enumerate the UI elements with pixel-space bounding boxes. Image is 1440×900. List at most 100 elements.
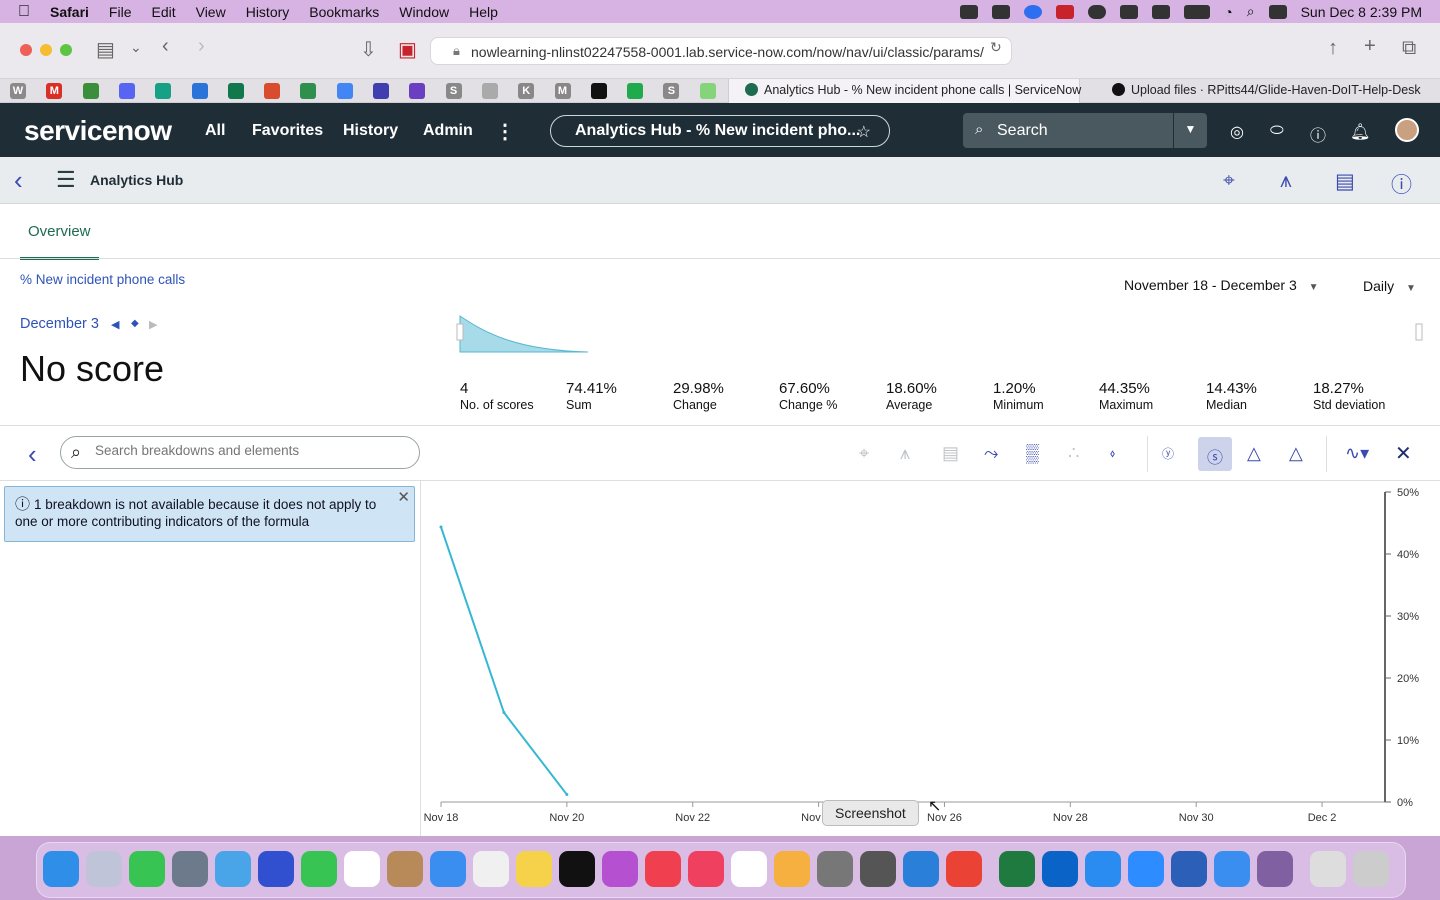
sparkline-right-handle[interactable] (1415, 323, 1423, 341)
back-icon[interactable]: ‹ (14, 165, 23, 196)
apple-icon[interactable]:  (18, 3, 30, 21)
safari-icon[interactable] (1085, 851, 1121, 887)
close-window-button[interactable] (20, 44, 32, 56)
tab-overview-icon[interactable]: ⧉ (1402, 37, 1416, 60)
sidebar-toggle-icon[interactable]: ▤ (96, 37, 115, 62)
score-icon[interactable]: ⓢ (1198, 437, 1232, 471)
band-icon[interactable]: ▒ (1026, 443, 1039, 464)
current-date-icon[interactable]: ◆ (131, 318, 139, 329)
menu-app-name[interactable]: Safari (50, 4, 89, 20)
bookmark-favicon-icon[interactable]: M (46, 83, 63, 99)
next-date-icon[interactable]: ▶ (149, 318, 157, 331)
bookmark-favicon-icon[interactable] (264, 83, 281, 99)
zoom-icon[interactable] (1128, 851, 1164, 887)
chat-icon[interactable]: ⬭ (1270, 122, 1284, 140)
mail-icon[interactable] (430, 851, 466, 887)
close-icon[interactable]: ✕ (1395, 441, 1412, 466)
messages-icon[interactable] (129, 851, 165, 887)
comment-icon[interactable]: ▤ (1335, 169, 1355, 194)
indicator-link[interactable]: % New incident phone calls (20, 272, 185, 287)
menubar-app-icon[interactable] (992, 4, 1011, 19)
menu-file[interactable]: File (109, 4, 132, 20)
chrome-icon[interactable] (946, 851, 982, 887)
bookmark-favicon-icon[interactable]: W (10, 83, 26, 99)
zoom-status-icon[interactable] (1024, 4, 1043, 19)
notion-icon[interactable] (731, 851, 767, 887)
zoom-window-button[interactable] (60, 44, 72, 56)
trend-icon[interactable]: ⩚ (900, 443, 910, 464)
menubar-app-icon[interactable] (1120, 4, 1139, 19)
bookmark-favicon-icon[interactable] (300, 83, 317, 99)
excel-icon[interactable] (999, 851, 1035, 887)
star-icon[interactable]: ☆ (857, 122, 871, 142)
bookmark-favicon-icon[interactable] (590, 83, 607, 99)
chart-type-icon[interactable]: ∿▾ (1345, 443, 1369, 464)
nav-history[interactable]: History (343, 122, 398, 140)
global-search-input[interactable]: ⌕ Search ▼ (963, 113, 1207, 148)
reload-icon[interactable]: ↻ (990, 39, 1002, 56)
appletv-icon[interactable] (559, 851, 595, 887)
previous-date-icon[interactable]: ◀ (111, 318, 119, 331)
settings-icon[interactable] (817, 851, 853, 887)
bookmark-favicon-icon[interactable] (155, 83, 172, 99)
launchpad-icon[interactable] (86, 851, 122, 887)
nav-all[interactable]: All (205, 122, 225, 140)
more-vertical-icon[interactable]: ⋮ (495, 119, 515, 144)
back-arrow-icon[interactable]: ‹ (162, 35, 169, 58)
menu-history[interactable]: History (246, 4, 290, 20)
target-icon[interactable]: ⌖ (1223, 169, 1235, 193)
bookmark-favicon-icon[interactable]: K (518, 83, 535, 99)
game-icon[interactable] (1257, 851, 1293, 887)
servicenow-logo[interactable]: servicenow (24, 115, 172, 147)
minimize-window-button[interactable] (40, 44, 52, 56)
forecast-icon[interactable]: ⤳ (984, 443, 998, 464)
facetime-icon[interactable] (301, 851, 337, 887)
bookmark-favicon-icon[interactable] (373, 83, 389, 99)
music-icon[interactable] (688, 851, 724, 887)
wifi-icon[interactable]: ◔ (1224, 4, 1232, 20)
chevron-down-icon[interactable]: ⌄ (130, 39, 142, 56)
nav-favorites[interactable]: Favorites (252, 122, 323, 140)
calendar-icon[interactable] (344, 851, 380, 887)
target-percent-icon[interactable]: △ (1289, 443, 1303, 464)
menubar-app-icon[interactable] (960, 4, 979, 19)
tag-icon[interactable]: ⬫ (1110, 443, 1115, 464)
tab-overview[interactable]: Overview (20, 218, 99, 260)
bookmark-favicon-icon[interactable]: S (445, 83, 462, 99)
trash-icon[interactable] (1353, 851, 1389, 887)
comment-icon[interactable]: ▤ (942, 443, 959, 464)
date-nav-label[interactable]: December 3 (20, 316, 99, 332)
contacts-icon[interactable] (387, 851, 423, 887)
search-scope-dropdown[interactable]: ▼ (1173, 113, 1207, 148)
reminders-icon[interactable] (473, 851, 509, 887)
mcafee-icon[interactable] (1056, 4, 1075, 19)
menu-edit[interactable]: Edit (151, 4, 175, 20)
extension-icon[interactable]: ▣ (398, 37, 417, 62)
yoy-icon[interactable]: ⓨ (1162, 445, 1174, 462)
finder-icon[interactable] (43, 851, 79, 887)
menu-help[interactable]: Help (469, 4, 498, 20)
podcasts-icon[interactable] (602, 851, 638, 887)
threshold-icon[interactable]: △ (1247, 443, 1261, 464)
relations-icon[interactable]: ∴ (1068, 443, 1079, 464)
windows-app-icon[interactable] (1214, 851, 1250, 887)
menubar-clock[interactable]: Sun Dec 8 2:39 PM (1301, 4, 1422, 20)
display-icon[interactable] (1152, 4, 1171, 19)
globe-icon[interactable]: ◎ (1230, 122, 1244, 142)
bookmark-favicon-icon[interactable] (699, 83, 716, 99)
bookmark-favicon-icon[interactable] (191, 83, 208, 99)
bookmark-favicon-icon[interactable]: S (663, 83, 680, 99)
forward-arrow-icon[interactable]: › (198, 35, 205, 58)
tab-analytics-hub[interactable]: Analytics Hub - % New incident phone cal… (728, 79, 1081, 103)
spotlight-icon[interactable]: ⌕ (1247, 3, 1255, 20)
finder-window-icon[interactable] (1310, 851, 1346, 887)
bookmark-favicon-icon[interactable] (409, 83, 426, 99)
control-center-icon[interactable] (1268, 4, 1287, 19)
notes-icon[interactable] (516, 851, 552, 887)
menu-window[interactable]: Window (399, 4, 449, 20)
bookmark-favicon-icon[interactable] (627, 83, 644, 99)
dismiss-info-icon[interactable]: ✕ (397, 489, 410, 506)
bookmark-favicon-icon[interactable]: M (554, 83, 571, 99)
breakdown-search-field[interactable] (95, 443, 405, 458)
help-icon[interactable]: ⓘ (1310, 122, 1326, 146)
